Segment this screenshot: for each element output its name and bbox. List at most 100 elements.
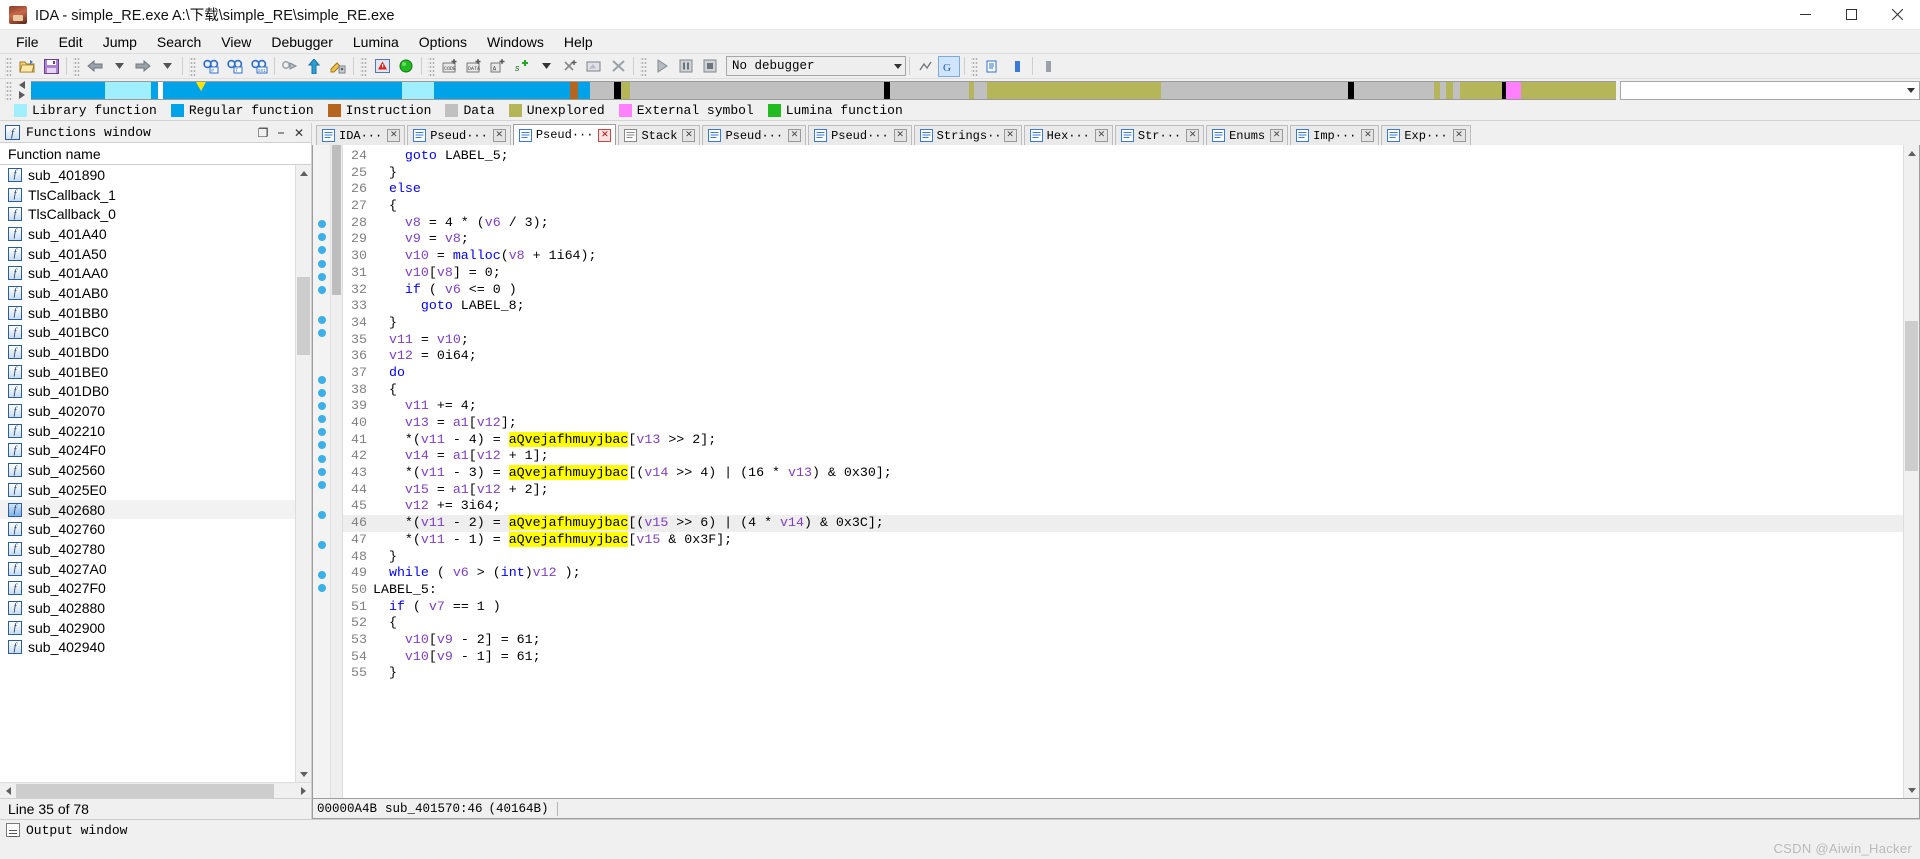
tab-close-icon[interactable]: ✕	[598, 128, 612, 142]
toolbar-grip-5[interactable]	[428, 56, 435, 76]
function-list-item[interactable]: f sub_402780	[0, 539, 295, 559]
menu-item-view[interactable]: View	[211, 31, 261, 53]
function-list-item[interactable]: f TlsCallback_1	[0, 185, 295, 205]
navigation-band[interactable]	[31, 80, 1616, 100]
breakpoint-gutter-slot[interactable]	[313, 592, 330, 609]
search-text-icon[interactable]: T	[224, 56, 246, 77]
menu-item-jump[interactable]: Jump	[93, 31, 147, 53]
navband-scroll-arrows[interactable]	[15, 80, 31, 100]
scroll-down-icon[interactable]	[1904, 782, 1919, 798]
code-line[interactable]: 26 else	[343, 181, 1903, 198]
tab-close-icon[interactable]: ✕	[893, 129, 907, 142]
scroll-up-icon[interactable]	[296, 165, 311, 181]
jump-icon[interactable]	[279, 56, 301, 77]
code-line[interactable]: 46 *(v11 - 2) = aQvejafhmuyjbac[(v15 >> …	[343, 515, 1903, 532]
code-vertical-scrollbar[interactable]	[1903, 145, 1919, 798]
open-file-icon[interactable]	[16, 56, 38, 77]
toolbar-grip-7[interactable]	[971, 56, 978, 76]
toolbar-grip-3[interactable]	[189, 56, 196, 76]
code-line[interactable]: 41 *(v11 - 4) = aQvejafhmuyjbac[v13 >> 2…	[343, 431, 1903, 449]
scroll-left-icon[interactable]	[0, 783, 16, 799]
code-line[interactable]: 40 v13 = a1[v12];	[343, 415, 1903, 432]
search-sequence-icon[interactable]: 101	[248, 56, 270, 77]
breakpoint-marker-icon[interactable]	[317, 219, 326, 228]
toolbar-grip[interactable]	[5, 56, 12, 76]
code-line[interactable]: 38 {	[343, 382, 1903, 399]
navband-segment[interactable]	[401, 81, 434, 99]
minimize-button[interactable]	[1782, 0, 1828, 29]
tab-structures[interactable]: Str··· ✕	[1114, 125, 1205, 145]
make-ascii-icon[interactable]: A	[487, 56, 509, 77]
breakpoint-marker-icon[interactable]	[317, 583, 326, 592]
pseudocode-text[interactable]: 24 goto LABEL_5; 25 } 26 else 27 {28 v8 = 4…	[343, 145, 1903, 798]
navband-segment[interactable]	[1460, 81, 1502, 99]
functions-scroll-thumb[interactable]	[297, 277, 310, 355]
navband-grip[interactable]	[5, 80, 12, 100]
code-scroll-thumb[interactable]	[1905, 321, 1918, 471]
restore-icon[interactable]: ❐	[255, 125, 271, 141]
navband-dropdown[interactable]	[1620, 80, 1920, 100]
tab-stack[interactable]: Stack ✕	[618, 125, 701, 145]
menu-item-debugger[interactable]: Debugger	[261, 31, 343, 53]
navband-segment[interactable]	[620, 81, 631, 99]
breakpoint-marker-icon[interactable]	[317, 454, 326, 463]
breakpoint-marker-icon[interactable]	[317, 428, 326, 437]
breakpoint-marker-icon[interactable]	[317, 540, 326, 549]
close-button[interactable]	[1874, 0, 1920, 29]
back-arrow-icon[interactable]	[84, 56, 106, 77]
tab-close-icon[interactable]: ✕	[1186, 129, 1200, 142]
code-left-scroll[interactable]	[331, 145, 343, 798]
tab-close-icon[interactable]: ✕	[788, 129, 802, 142]
function-list-item[interactable]: f TlsCallback_0	[0, 204, 295, 224]
function-list-item[interactable]: f sub_401BC0	[0, 323, 295, 343]
make-data-icon[interactable]: DATA	[463, 56, 485, 77]
function-list-item[interactable]: f sub_402070	[0, 401, 295, 421]
tab-close-icon[interactable]: ✕	[1452, 129, 1466, 142]
code-line[interactable]: 52 {	[343, 615, 1903, 632]
forward-arrow-icon[interactable]	[132, 56, 154, 77]
breakpoint-marker-icon[interactable]	[317, 233, 326, 242]
chevron-down-icon[interactable]	[894, 64, 902, 69]
navband-segment[interactable]	[986, 81, 1161, 99]
code-line[interactable]: 42 v14 = a1[v12 + 1];	[343, 448, 1903, 465]
undefine-icon[interactable]	[559, 56, 581, 77]
breakpoint-marker-icon[interactable]	[317, 467, 326, 476]
function-list-item[interactable]: f sub_402900	[0, 618, 295, 638]
breakpoint-gutter-slot[interactable]	[313, 294, 330, 311]
tab-pseudocode[interactable]: Pseud··· ✕	[512, 124, 617, 145]
hex-strip-icon[interactable]	[1006, 56, 1028, 77]
misc-icon[interactable]	[1037, 56, 1059, 77]
navband-prev-icon[interactable]	[19, 81, 25, 89]
code-line[interactable]: 35 v11 = v10;	[343, 332, 1903, 349]
function-list-item[interactable]: f sub_401A50	[0, 244, 295, 264]
code-line[interactable]: 47 *(v11 - 1) = aQvejafhmuyjbac[v15 & 0x…	[343, 531, 1903, 549]
green-circle-icon[interactable]	[395, 56, 417, 77]
edit-function-icon[interactable]	[327, 56, 349, 77]
up-arrow-icon[interactable]	[303, 56, 325, 77]
maximize-button[interactable]	[1828, 0, 1874, 29]
breakpoint-marker-icon[interactable]	[317, 510, 326, 519]
tab-close-icon[interactable]: ✕	[492, 129, 506, 142]
breakpoint-gutter-slot[interactable]	[313, 181, 330, 198]
breakpoint-gutter-slot[interactable]	[313, 165, 330, 182]
code-line[interactable]: 49 while ( v6 > (int)v12 );	[343, 565, 1903, 582]
functions-scroll-track[interactable]	[296, 181, 311, 766]
navband-segment[interactable]	[1452, 81, 1461, 99]
functions-horizontal-scrollbar[interactable]	[0, 782, 311, 798]
menu-item-help[interactable]: Help	[554, 31, 603, 53]
notepad-icon[interactable]	[982, 56, 1004, 77]
menu-item-lumina[interactable]: Lumina	[343, 31, 409, 53]
breakpoint-gutter-slot[interactable]	[313, 337, 330, 354]
function-list-item[interactable]: f sub_401DB0	[0, 382, 295, 402]
chevron-down-icon[interactable]	[1907, 88, 1915, 93]
navband-segment[interactable]	[630, 81, 884, 99]
make-code-icon[interactable]: CODE	[439, 56, 461, 77]
breakpoint-gutter-slot[interactable]	[313, 489, 330, 506]
tab-ida-view[interactable]: IDA··· ✕	[316, 125, 406, 145]
warning-icon[interactable]	[371, 56, 393, 77]
function-list-item[interactable]: f sub_4027A0	[0, 559, 295, 579]
breakpoint-gutter-slot[interactable]	[313, 148, 330, 165]
search-hex-icon[interactable]: #	[200, 56, 222, 77]
code-line[interactable]: 29 v9 = v8;	[343, 231, 1903, 248]
scroll-up-icon[interactable]	[1904, 145, 1919, 161]
